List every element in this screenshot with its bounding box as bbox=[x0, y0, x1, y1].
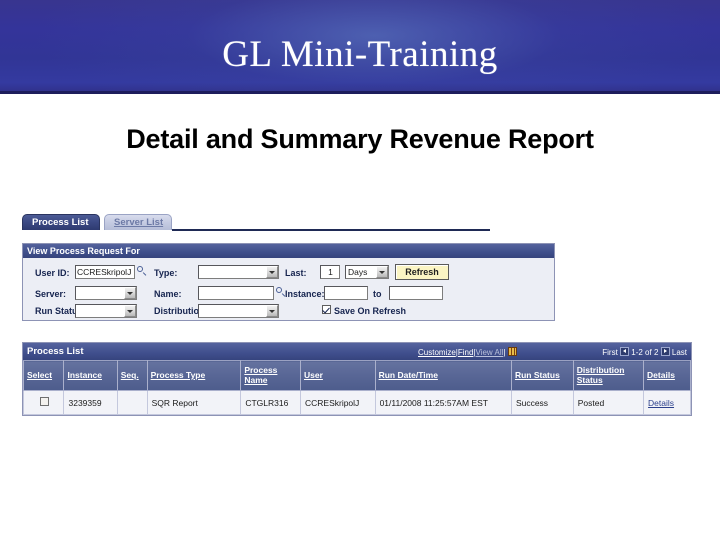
slide-subtitle: Detail and Summary Revenue Report bbox=[126, 124, 594, 154]
user-id-lookup-icon[interactable] bbox=[137, 266, 148, 277]
slide-banner: GL Mini-Training bbox=[0, 0, 720, 94]
row-details[interactable]: Details bbox=[643, 390, 691, 415]
previous-page-icon[interactable] bbox=[620, 347, 630, 356]
grid-title: Process List bbox=[27, 346, 84, 357]
process-list-table: Select Instance Seq. Process Type Proces… bbox=[22, 360, 691, 415]
chevron-down-icon bbox=[124, 305, 136, 317]
row-run-status: Success bbox=[510, 390, 574, 415]
peoplesoft-process-monitor-screenshot: Process List Server List View Process Re… bbox=[22, 213, 692, 428]
table-header-row: Select Instance Seq. Process Type Proces… bbox=[22, 360, 691, 391]
col-process-name[interactable]: Process Name bbox=[240, 360, 301, 391]
row-instance: 3239359 bbox=[63, 390, 118, 415]
last-page-label[interactable]: Last bbox=[672, 348, 687, 357]
row-user: CCRESkripolJ bbox=[299, 390, 376, 415]
table-row: 3239359 SQR Report CTGLR316 CCRESkripolJ… bbox=[22, 390, 691, 415]
server-label: Server: bbox=[35, 289, 67, 299]
first-page-label[interactable]: First bbox=[602, 348, 618, 357]
chevron-down-icon bbox=[124, 287, 136, 299]
banner-underline bbox=[0, 91, 720, 94]
view-all-link[interactable]: View All bbox=[476, 348, 504, 357]
panel-header: View Process Request For bbox=[23, 244, 554, 258]
grid-pager: First 1-2 of 2 Last bbox=[602, 347, 687, 357]
col-details[interactable]: Details bbox=[643, 360, 691, 391]
last-unit-value: Days bbox=[348, 267, 368, 277]
panel-body: User ID: CCRESkripolJ Type: Last: 1 Days… bbox=[23, 258, 554, 320]
instance-label: Instance: bbox=[285, 289, 325, 299]
process-list-grid: Process List Customize|Find|View All| Fi… bbox=[22, 342, 692, 416]
instance-to-label: to bbox=[373, 289, 382, 299]
type-select[interactable] bbox=[198, 265, 279, 279]
save-on-refresh-checkbox[interactable] bbox=[322, 305, 331, 314]
col-select[interactable]: Select bbox=[22, 360, 65, 391]
grid-header: Process List Customize|Find|View All| Fi… bbox=[23, 343, 691, 360]
row-process-name: CTGLR316 bbox=[240, 390, 301, 415]
tab-process-list-label: Process List bbox=[32, 217, 89, 228]
download-grid-icon[interactable] bbox=[507, 347, 517, 356]
distribution-status-select[interactable] bbox=[198, 304, 279, 318]
col-run-status[interactable]: Run Status bbox=[510, 360, 574, 391]
col-user[interactable]: User bbox=[299, 360, 376, 391]
row-distribution-status: Posted bbox=[572, 390, 645, 415]
find-link[interactable]: Find bbox=[458, 348, 474, 357]
chevron-down-icon bbox=[266, 305, 278, 317]
tool-separator-3: | bbox=[503, 348, 506, 357]
name-label: Name: bbox=[154, 289, 182, 299]
process-name-input[interactable] bbox=[198, 286, 274, 300]
tab-bar-rule bbox=[172, 229, 490, 231]
col-instance[interactable]: Instance bbox=[63, 360, 118, 391]
chevron-down-icon bbox=[376, 266, 388, 278]
page-range-label: 1-2 of 2 bbox=[631, 348, 659, 357]
grid-toolbar: Customize|Find|View All| bbox=[418, 347, 517, 357]
user-id-label: User ID: bbox=[35, 268, 70, 278]
refresh-button[interactable]: Refresh bbox=[395, 264, 449, 280]
slide-title: GL Mini-Training bbox=[222, 34, 498, 75]
row-process-type: SQR Report bbox=[146, 390, 242, 415]
customize-link[interactable]: Customize bbox=[418, 348, 456, 357]
next-page-icon[interactable] bbox=[660, 347, 670, 356]
last-unit-select[interactable]: Days bbox=[345, 265, 389, 279]
last-label: Last: bbox=[285, 268, 307, 278]
save-on-refresh-label: Save On Refresh bbox=[334, 306, 407, 316]
col-distribution-status[interactable]: Distribution Status bbox=[572, 360, 645, 391]
col-seq[interactable]: Seq. bbox=[116, 360, 148, 391]
row-select-cell[interactable] bbox=[22, 390, 65, 415]
row-seq bbox=[116, 390, 148, 415]
distribution-status-label: Distribution Status bbox=[154, 306, 235, 316]
details-link[interactable]: Details bbox=[648, 398, 674, 408]
col-process-type[interactable]: Process Type bbox=[146, 360, 242, 391]
server-select[interactable] bbox=[75, 286, 137, 300]
run-status-select[interactable] bbox=[75, 304, 137, 318]
user-id-input[interactable]: CCRESkripolJ bbox=[75, 265, 135, 279]
type-label: Type: bbox=[154, 268, 178, 278]
chevron-down-icon bbox=[266, 266, 278, 278]
instance-from-input[interactable] bbox=[324, 286, 368, 300]
row-run-datetime: 01/11/2008 11:25:57AM EST bbox=[374, 390, 512, 415]
tab-server-list[interactable]: Server List bbox=[104, 214, 172, 230]
col-run-datetime[interactable]: Run Date/Time bbox=[374, 360, 512, 391]
last-count-input[interactable]: 1 bbox=[320, 265, 340, 279]
tab-server-list-label: Server List bbox=[114, 217, 164, 228]
tab-bar: Process List Server List bbox=[22, 213, 692, 231]
tab-process-list[interactable]: Process List bbox=[22, 214, 100, 230]
instance-to-input[interactable] bbox=[389, 286, 443, 300]
row-select-checkbox[interactable] bbox=[40, 397, 50, 406]
run-status-label: Run Status: bbox=[35, 306, 86, 316]
view-process-request-panel: View Process Request For User ID: CCRESk… bbox=[22, 243, 555, 321]
